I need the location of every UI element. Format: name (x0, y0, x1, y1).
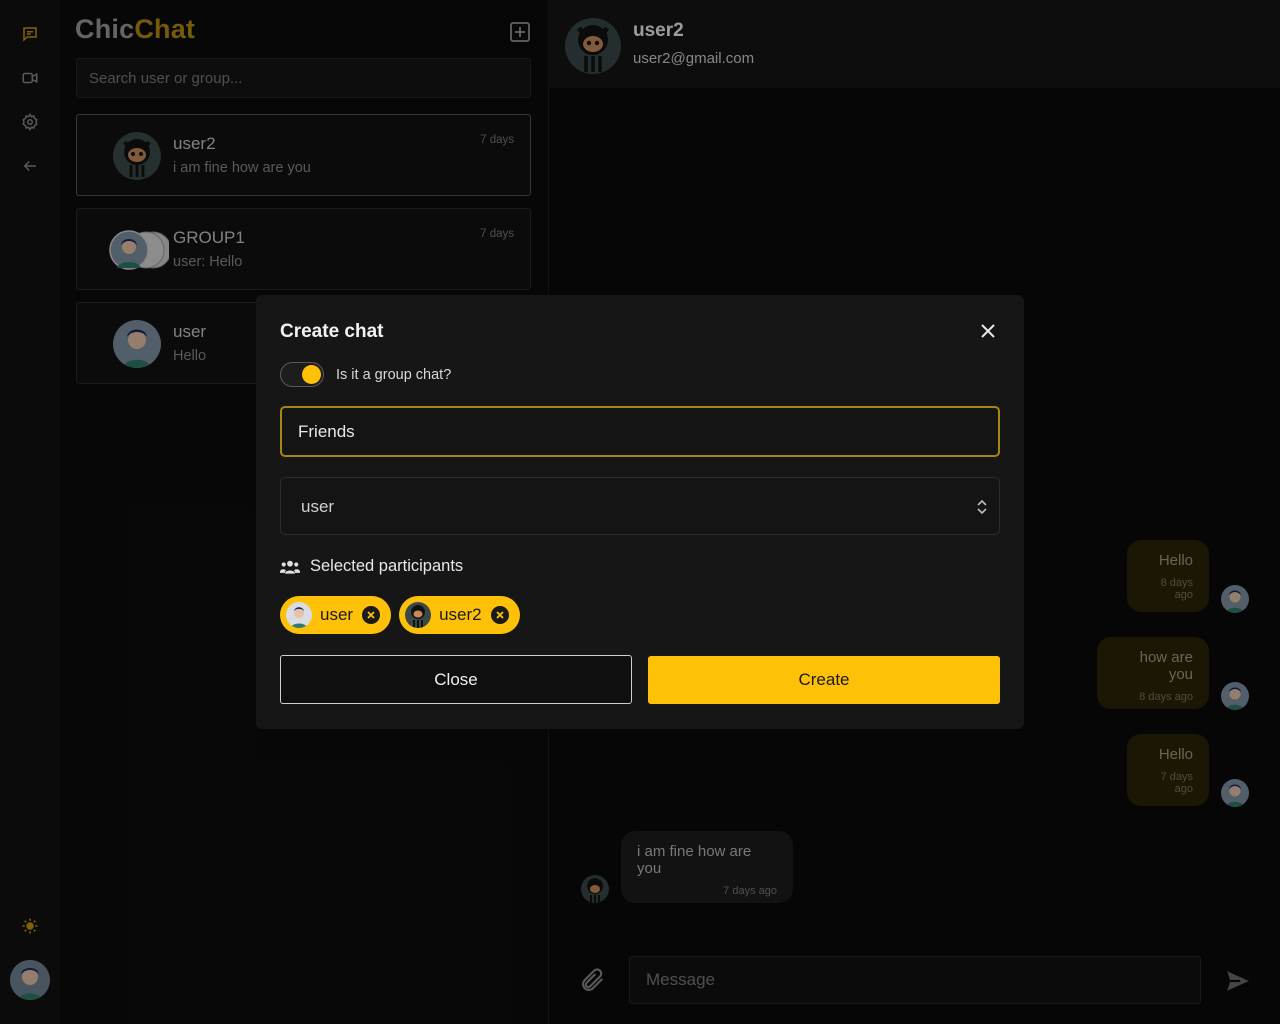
participant-select[interactable]: user (280, 477, 1000, 535)
avatar (286, 602, 312, 628)
dialog-title: Create chat (280, 321, 384, 342)
avatar (405, 602, 432, 628)
participant-chip: user2 (399, 596, 520, 634)
participant-chip: user (280, 596, 392, 634)
group-chat-toggle-label: Is it a group chat? (336, 367, 452, 383)
create-button[interactable]: Create (648, 656, 1000, 704)
users-icon (280, 560, 300, 574)
remove-participant-icon[interactable] (361, 605, 381, 625)
create-chat-dialog: Create chat Is it a group chat? user Sel… (256, 295, 1024, 729)
group-name-input[interactable] (280, 406, 1000, 457)
remove-participant-icon[interactable] (490, 605, 510, 625)
participant-chips: user user2 (280, 596, 520, 634)
chevron-updown-icon (977, 499, 987, 515)
close-button[interactable]: Close (280, 655, 632, 704)
group-chat-toggle[interactable] (280, 362, 324, 387)
close-icon[interactable] (976, 319, 1000, 343)
selected-participants-heading: Selected participants (280, 557, 463, 576)
